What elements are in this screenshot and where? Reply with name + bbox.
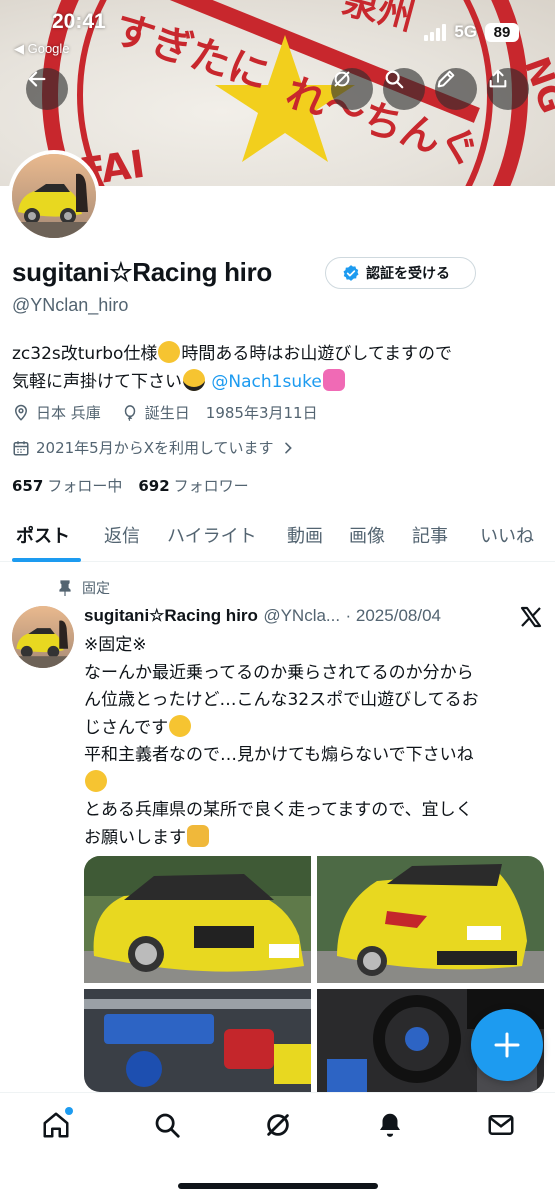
edit-button[interactable] xyxy=(435,68,477,110)
profile-avatar[interactable] xyxy=(8,150,100,242)
back-to-app-link[interactable]: ◀ Google xyxy=(14,41,70,57)
car-rear-photo xyxy=(317,856,544,983)
battery-icon: 89 xyxy=(485,22,519,42)
compose-post-button[interactable] xyxy=(471,1009,543,1081)
verify-label: 認証を受ける xyxy=(366,266,450,282)
post-author-avatar[interactable] xyxy=(12,606,74,668)
bio-text: 気軽に声掛けて下さい xyxy=(12,372,182,392)
grok-icon xyxy=(267,1114,289,1136)
x-logo-icon[interactable] xyxy=(519,605,543,629)
post-line: お願いします xyxy=(84,827,186,848)
following-count: 657 xyxy=(12,477,44,495)
post-text: ※固定※ なーんか最近乗ってるのか乗らされてるのか分から ん位歳とったけど…こん… xyxy=(84,632,544,852)
pin-icon xyxy=(59,580,71,596)
media-image-rear[interactable] xyxy=(317,856,544,983)
bell-icon xyxy=(380,1113,400,1137)
nav-grok[interactable] xyxy=(260,1107,296,1143)
share-button[interactable] xyxy=(487,68,529,110)
location-text: 日本 兵庫 xyxy=(36,404,101,422)
profile-banner[interactable]: すぎたに れ〜ちんぐ 泉州 NG FAI 20:41 ◀ Google 5G 8… xyxy=(0,0,555,186)
nav-search[interactable] xyxy=(149,1107,185,1143)
post-author-name[interactable]: sugitani☆Racing hiro xyxy=(84,606,258,625)
location-pin-icon xyxy=(14,404,28,421)
profile-bio: zc32s改turbo仕様 時間ある時はお山遊びしてますので 気軽に声掛けて下さい… xyxy=(12,340,547,396)
tab-highlights[interactable]: ハイライト xyxy=(167,522,257,548)
status-indicators: 5G 89 xyxy=(424,22,519,42)
grok-button[interactable] xyxy=(331,68,373,110)
sparkling-heart-emoji-icon xyxy=(322,369,345,391)
post-line: じさんです xyxy=(84,717,169,738)
engine-bay-photo xyxy=(84,989,311,1092)
active-tab-indicator xyxy=(12,558,81,562)
tab-likes[interactable]: いいね xyxy=(480,522,534,548)
post-date[interactable]: · 2025/08/04 xyxy=(346,606,441,625)
display-name: sugitani☆Racing hiro xyxy=(12,257,272,287)
status-bar: 20:41 ◀ Google 5G 89 xyxy=(0,0,555,56)
post-line: ※固定※ xyxy=(84,635,147,655)
plus-icon xyxy=(494,1032,520,1058)
nav-messages[interactable] xyxy=(483,1107,519,1143)
home-indicator xyxy=(178,1183,378,1189)
post-line: とある兵庫県の某所で良く走ってますので、宜しく xyxy=(84,800,473,820)
sunglasses-emoji-icon xyxy=(183,369,205,391)
nav-notifications[interactable] xyxy=(372,1107,408,1143)
joined-text: 2021年5月からXを利用しています xyxy=(36,439,274,457)
smiling-face-emoji-icon xyxy=(85,769,107,792)
network-type: 5G xyxy=(454,22,477,41)
zany-face-emoji-icon xyxy=(158,341,181,363)
avatar-car-photo xyxy=(12,606,74,668)
tab-posts[interactable]: ポスト xyxy=(16,522,70,548)
followers-count: 692 xyxy=(138,477,170,495)
bio-text: 時間ある時はお山遊びしてますので xyxy=(181,344,453,364)
mail-icon xyxy=(488,1115,514,1135)
joined-date-row[interactable]: 2021年5月からXを利用しています xyxy=(12,437,296,458)
search-icon xyxy=(385,70,404,89)
post-line: 平和主義者なので…見かけても煽らないで下さいね xyxy=(84,745,474,765)
followers-link[interactable]: 692 フォロワー xyxy=(138,475,248,496)
bio-mention-link[interactable]: @Nach1suke xyxy=(211,372,321,392)
follow-stats: 657 フォロー中 692 フォロワー xyxy=(12,475,249,496)
back-button[interactable] xyxy=(26,68,68,110)
calendar-icon xyxy=(13,440,29,455)
search-button[interactable] xyxy=(383,68,425,110)
get-verified-button[interactable]: 認証を受ける xyxy=(325,257,476,289)
nav-home[interactable] xyxy=(38,1107,74,1143)
profile-meta: 日本 兵庫 誕生日 1985年3月11日 xyxy=(12,402,318,423)
chevron-right-icon xyxy=(284,442,292,453)
media-image-engine[interactable] xyxy=(84,989,311,1092)
bowing-person-emoji-icon xyxy=(187,824,209,847)
smiling-face-emoji-icon xyxy=(169,714,192,737)
profile-tabs: ポスト 返信 ハイライト 動画 画像 記事 いいね xyxy=(0,508,555,562)
share-icon xyxy=(489,69,507,88)
notification-dot xyxy=(65,1107,73,1115)
grok-icon xyxy=(334,71,350,87)
tab-articles[interactable]: 記事 xyxy=(412,522,448,548)
balloon-icon xyxy=(124,404,136,421)
post-header: sugitani☆Racing hiro @YNcla... · 2025/08… xyxy=(84,606,441,626)
verified-badge-icon xyxy=(343,265,359,281)
following-link[interactable]: 657 フォロー中 xyxy=(12,475,122,496)
birthday-label: 誕生日 xyxy=(144,404,190,422)
followers-label: フォロワー xyxy=(173,477,249,495)
bio-text: zc32s改turbo仕様 xyxy=(12,344,158,364)
signal-icon xyxy=(424,23,447,41)
tab-photos[interactable]: 画像 xyxy=(349,522,385,548)
post-author-handle[interactable]: @YNcla... xyxy=(263,606,340,625)
tab-videos[interactable]: 動画 xyxy=(287,522,323,548)
profile-handle: @YNclan_hiro xyxy=(12,295,129,315)
post-line: ん位歳とったけど…こんな32スポで山遊びしてるお xyxy=(84,690,479,710)
car-front-photo xyxy=(84,856,311,983)
arrow-left-icon xyxy=(28,71,46,87)
tab-replies[interactable]: 返信 xyxy=(104,522,140,548)
media-image-front[interactable] xyxy=(84,856,311,983)
status-time: 20:41 xyxy=(52,10,106,33)
pinned-label: 固定 xyxy=(82,581,110,597)
following-label: フォロー中 xyxy=(47,477,123,495)
pencil-icon xyxy=(437,70,455,88)
pinned-indicator: 固定 xyxy=(58,578,110,598)
search-icon xyxy=(155,1113,180,1138)
birthday-date: 1985年3月11日 xyxy=(205,404,318,422)
post-line: なーんか最近乗ってるのか乗らされてるのか分から xyxy=(84,662,474,683)
avatar-car-photo xyxy=(12,154,96,238)
